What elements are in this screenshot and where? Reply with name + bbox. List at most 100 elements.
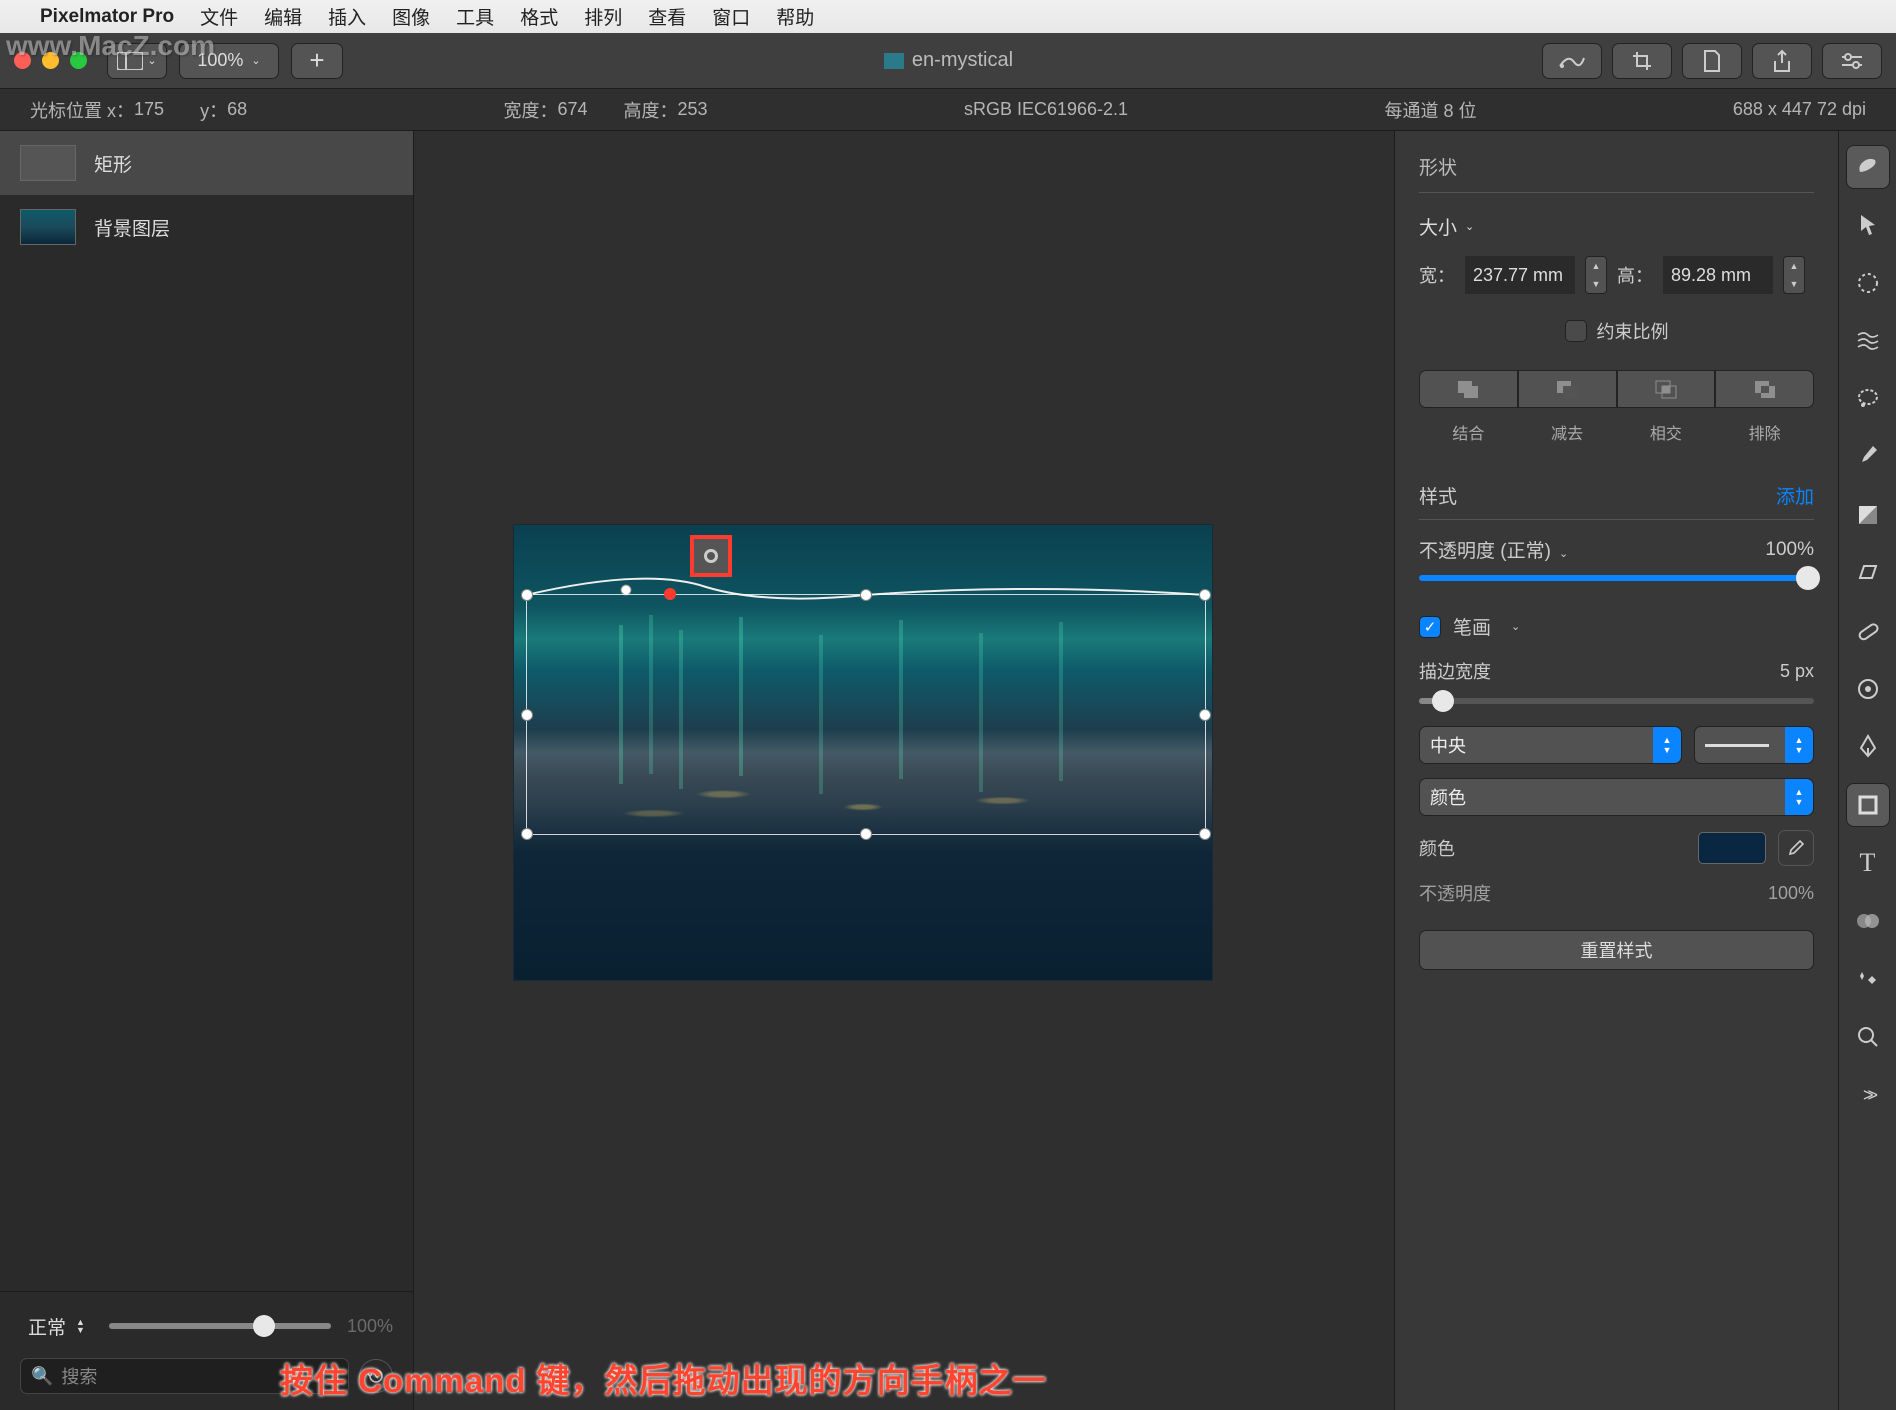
layer-opacity-value: 100%	[347, 1316, 393, 1337]
canvas[interactable]	[414, 131, 1394, 1410]
bit-depth: 每通道 8 位	[1384, 97, 1476, 123]
inspector-title: 形状	[1419, 153, 1814, 193]
handle-br[interactable]	[1199, 828, 1211, 840]
gradient-icon	[1857, 504, 1879, 526]
stroke-width-slider[interactable]	[1419, 698, 1814, 704]
crop-icon	[1631, 50, 1653, 72]
tool-text[interactable]: T	[1846, 841, 1890, 885]
layer-opacity-slider[interactable]	[109, 1323, 331, 1329]
layer-rectangle[interactable]: 矩形	[0, 131, 413, 195]
menu-file[interactable]: 文件	[200, 3, 238, 30]
height-field[interactable]: 89.28 mm	[1663, 256, 1773, 294]
handle-tl[interactable]	[521, 589, 533, 601]
constrain-label: 约束比例	[1597, 318, 1669, 344]
bool-exclude-label: 排除	[1715, 420, 1814, 444]
menu-insert[interactable]: 插入	[328, 3, 366, 30]
reset-style-button[interactable]: 重置样式	[1419, 930, 1814, 970]
menu-format[interactable]: 格式	[520, 3, 558, 30]
color-swatch[interactable]	[1698, 832, 1766, 864]
tool-repair[interactable]	[1846, 609, 1890, 653]
tool-brush[interactable]	[1846, 435, 1890, 479]
selection-box[interactable]	[526, 594, 1206, 835]
menu-help[interactable]: 帮助	[776, 3, 814, 30]
search-placeholder: 搜索	[61, 1363, 97, 1389]
tool-gradient[interactable]	[1846, 493, 1890, 537]
bool-exclude[interactable]	[1715, 370, 1814, 408]
tool-eraser[interactable]	[1846, 551, 1890, 595]
cursor-x: 175	[134, 99, 164, 120]
menu-edit[interactable]: 编辑	[264, 3, 302, 30]
menu-window[interactable]: 窗口	[712, 3, 750, 30]
opacity2-value: 100%	[1768, 883, 1814, 904]
tool-warp[interactable]	[1846, 319, 1890, 363]
bool-union[interactable]	[1419, 370, 1518, 408]
crop-button[interactable]	[1612, 43, 1672, 79]
tool-pen[interactable]	[1846, 725, 1890, 769]
tool-effects[interactable]	[1846, 957, 1890, 1001]
inspector-toggle[interactable]	[1822, 43, 1882, 79]
color-icon	[1856, 911, 1880, 931]
handle-bm[interactable]	[860, 828, 872, 840]
tool-style[interactable]	[1846, 145, 1890, 189]
tool-color[interactable]	[1846, 899, 1890, 943]
stroke-width-label: 描边宽度	[1419, 658, 1491, 684]
blend-mode-select[interactable]: 正常▲▼	[20, 1308, 93, 1344]
opacity-slider[interactable]	[1419, 575, 1814, 581]
bool-intersect[interactable]	[1617, 370, 1716, 408]
bool-intersect-label: 相交	[1617, 420, 1716, 444]
tool-shape[interactable]	[1846, 783, 1890, 827]
anchor-point[interactable]	[664, 588, 676, 600]
color-label: 颜色	[1419, 835, 1455, 861]
constrain-checkbox[interactable]	[1565, 320, 1587, 342]
width-label: 宽度：	[503, 97, 557, 123]
layer-background[interactable]: 背景图层	[0, 195, 413, 259]
stroke-style-select[interactable]: ▲▼	[1694, 726, 1814, 764]
sliders-icon	[1840, 52, 1864, 70]
effects-button[interactable]	[1682, 43, 1742, 79]
rotation-handle[interactable]	[690, 535, 732, 577]
tool-marquee[interactable]	[1846, 261, 1890, 305]
square-icon	[1857, 794, 1879, 816]
color-adjust-button[interactable]	[1542, 43, 1602, 79]
style-add[interactable]: 添加	[1776, 482, 1814, 509]
menu-tools[interactable]: 工具	[456, 3, 494, 30]
stroke-label[interactable]: 笔画	[1453, 613, 1491, 640]
handle-ml[interactable]	[521, 709, 533, 721]
clone-icon	[1857, 678, 1879, 700]
add-button[interactable]: +	[291, 43, 343, 79]
app-name[interactable]: Pixelmator Pro	[40, 6, 174, 28]
eraser-icon	[1856, 563, 1880, 583]
color-picker[interactable]	[1778, 830, 1814, 866]
tool-more[interactable]: >>	[1846, 1073, 1890, 1117]
tool-lasso[interactable]	[1846, 377, 1890, 421]
watermark: www.MacZ.com	[6, 30, 215, 62]
width-field[interactable]: 237.77 mm	[1465, 256, 1575, 294]
share-button[interactable]	[1752, 43, 1812, 79]
handle-tm[interactable]	[860, 589, 872, 601]
menu-image[interactable]: 图像	[392, 3, 430, 30]
layers-panel: 矩形 背景图层 正常▲▼ 100% 🔍	[0, 131, 414, 1410]
cursor-x-label: 光标位置 x：	[30, 97, 134, 123]
lasso-icon	[1856, 387, 1880, 411]
tool-clone[interactable]	[1846, 667, 1890, 711]
handle-bl[interactable]	[521, 828, 533, 840]
tool-zoom[interactable]	[1846, 1015, 1890, 1059]
layer-name: 背景图层	[94, 214, 170, 241]
fill-type-select[interactable]: 颜色▲▼	[1419, 778, 1814, 816]
width-stepper[interactable]: ▲▼	[1585, 256, 1607, 294]
handle-mr[interactable]	[1199, 709, 1211, 721]
handle-tr[interactable]	[1199, 589, 1211, 601]
menu-arrange[interactable]: 排列	[584, 3, 622, 30]
tool-arrow[interactable]	[1846, 203, 1890, 247]
opacity-label[interactable]: 不透明度 (正常)	[1419, 541, 1551, 562]
stroke-position-select[interactable]: 中央▲▼	[1419, 726, 1682, 764]
opacity2-label: 不透明度	[1419, 880, 1491, 906]
text-icon: T	[1860, 848, 1876, 878]
height-stepper[interactable]: ▲▼	[1783, 256, 1805, 294]
size-section[interactable]: 大小⌄	[1419, 213, 1814, 240]
bool-subtract[interactable]	[1518, 370, 1617, 408]
share-icon	[1772, 49, 1792, 73]
adjustments-icon	[1558, 52, 1586, 70]
stroke-checkbox[interactable]: ✓	[1419, 616, 1441, 638]
menu-view[interactable]: 查看	[648, 3, 686, 30]
